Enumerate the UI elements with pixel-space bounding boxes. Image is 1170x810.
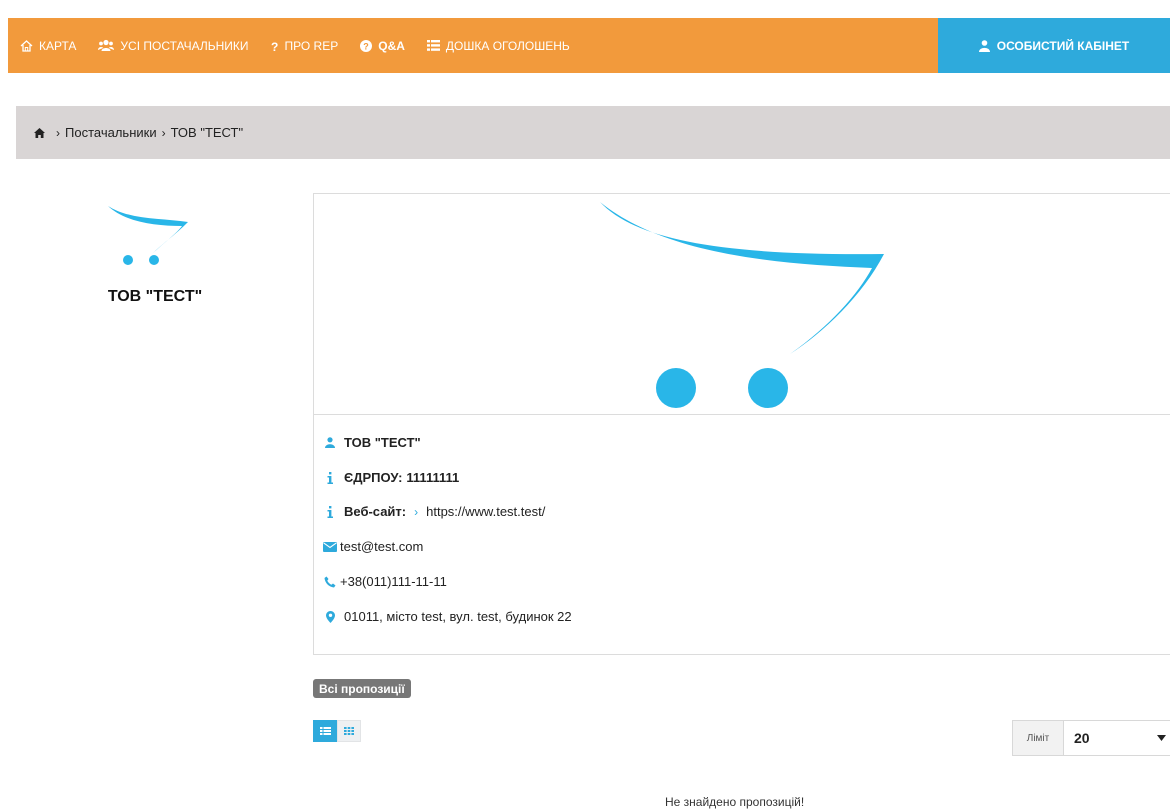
svg-text:?: ? [271, 40, 278, 52]
breadcrumb: › Постачальники › ТОВ "ТЕСТ" [16, 106, 1170, 159]
info-icon [322, 471, 338, 484]
limit-control: Ліміт 20 [1012, 720, 1170, 756]
limit-label: Ліміт [1013, 721, 1064, 755]
list-view-button[interactable] [313, 720, 337, 742]
limit-value: 20 [1074, 730, 1090, 746]
chevron-right-icon: › [56, 125, 60, 140]
question-circle-icon: ? [360, 39, 373, 52]
website-label: Веб-сайт: [344, 504, 407, 519]
personal-cabinet-button[interactable]: Особистий кабінет [938, 18, 1170, 73]
svg-text:?: ? [363, 41, 369, 51]
grid-icon [344, 727, 354, 735]
list-icon [426, 40, 440, 51]
list-icon [319, 727, 331, 735]
nav-item-board[interactable]: Дошка оголошень [426, 38, 570, 53]
question-icon: ? [271, 40, 278, 52]
info-row-website: Веб-сайт: › https://www.test.test/ [322, 504, 545, 519]
user-icon [978, 39, 990, 52]
nav-item-qa[interactable]: ? Q&A [360, 39, 405, 53]
address-value: 01011, місто test, вул. test, будинок 22 [344, 609, 572, 624]
view-toggle [313, 720, 361, 742]
nav-item-about[interactable]: ? Про REP [271, 39, 339, 53]
info-row-edrpou: ЄДРПОУ: 11111111 [322, 470, 459, 485]
phone-icon [322, 576, 338, 588]
nav-item-label: Про REP [284, 38, 339, 53]
envelope-icon [322, 541, 338, 552]
phone-value: +38(011)111-11-11 [340, 574, 447, 589]
website-link[interactable]: https://www.test.test/ [426, 504, 545, 519]
cabinet-label: Особистий кабінет [996, 38, 1130, 53]
supplier-logo-large [600, 202, 884, 408]
caret-down-icon [1157, 735, 1166, 741]
supplier-name-sidebar: ТОВ "ТЕСТ" [107, 288, 203, 305]
info-icon [322, 505, 338, 518]
grid-view-button[interactable] [337, 720, 361, 742]
nav-item-label: Q&A [378, 38, 405, 53]
edrpou-label: ЄДРПОУ: [344, 470, 403, 485]
map-marker-icon [322, 610, 338, 623]
chevron-right-icon: › [414, 504, 419, 519]
nav-item-suppliers[interactable]: Усі постачальники [98, 38, 249, 53]
nav-item-label: Дошка оголошень [445, 38, 570, 53]
user-icon [322, 437, 338, 448]
nav-item-map[interactable]: Карта [20, 39, 76, 53]
home-icon [34, 127, 45, 138]
info-row-address: 01011, місто test, вул. test, будинок 22 [322, 609, 572, 624]
all-offers-tag[interactable]: Всі пропозиції [313, 679, 411, 698]
info-row-name: ТОВ "ТЕСТ" [322, 435, 421, 450]
edrpou-value: 11111111 [406, 470, 460, 485]
nav-item-label: Карта [39, 38, 77, 53]
supplier-logo-area [314, 194, 1170, 415]
info-row-email: test@test.com [322, 539, 423, 554]
email-link[interactable]: test@test.com [340, 539, 423, 554]
supplier-logo-small [108, 206, 188, 265]
limit-select[interactable]: 20 [1064, 721, 1170, 755]
breadcrumb-home[interactable] [34, 127, 45, 138]
top-navigation: Карта Усі постачальники ? Про REP ? Q&A … [8, 18, 1170, 73]
supplier-name: ТОВ "ТЕСТ" [344, 435, 421, 450]
empty-message: Не знайдено пропозицій! [665, 795, 805, 809]
chevron-right-icon: › [161, 125, 166, 140]
nav-item-label: Усі постачальники [120, 38, 249, 53]
breadcrumb-current: ТОВ "ТЕСТ" [170, 125, 244, 140]
users-icon [98, 39, 115, 51]
home-icon [20, 39, 33, 52]
info-row-phone: +38(011)111-11-11 [322, 574, 447, 589]
breadcrumb-suppliers[interactable]: Постачальники [65, 125, 157, 140]
supplier-card: ТОВ "ТЕСТ" ЄДРПОУ: 11111111 Веб-сайт: › … [313, 193, 1170, 655]
